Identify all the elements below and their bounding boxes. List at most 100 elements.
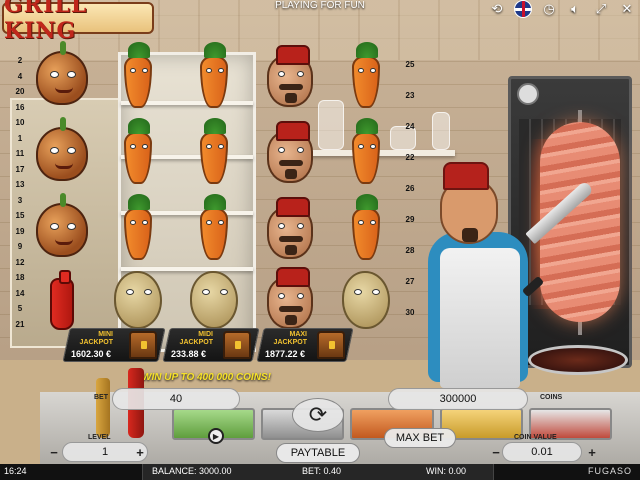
carrot-symbol [334,118,398,186]
carrot-symbol [182,194,246,262]
utensil-jar [432,112,450,150]
payline-number[interactable]: 22 [402,153,418,184]
reel-column [252,40,328,340]
carrot-face [200,194,228,260]
potato-symbol [182,268,246,332]
payline-number[interactable]: 23 [402,91,418,122]
chef-beard [462,228,478,242]
provider-logo: FUGASO [587,466,632,476]
onion-symbol [30,117,94,186]
coin-value-plus-button[interactable]: + [584,444,600,460]
status-bar: 16:24 BALANCE: 3000.00 BET: 0.40 WIN: 0.… [0,464,640,480]
carrot-symbol [182,42,246,110]
onion-face [36,117,88,181]
history-icon[interactable]: ⟲ [488,0,506,18]
win-display: WIN: 0.00 [426,466,467,476]
jackpot-value: 1602.30 € [71,349,112,359]
payline-number[interactable]: 24 [402,122,418,153]
chef-face [267,45,313,107]
carrot-face [124,194,152,260]
timer-icon[interactable]: ◷ [540,0,558,18]
chef-symbol [258,45,322,110]
potato-face [342,271,390,329]
coins-field[interactable]: 300000 [388,388,528,410]
carrot-face [352,118,380,184]
ketchup-bottle-face [50,270,74,330]
language-flag-icon[interactable] [514,0,532,18]
carrot-symbol [334,194,398,262]
carrot-symbol [182,118,246,186]
paytable-button[interactable]: PAYTABLE [276,443,360,463]
treasure-chest-icon [223,331,251,359]
potato-face [190,271,238,329]
level-minus-button[interactable]: − [46,444,62,460]
mode-label: PLAYING FOR FUN [275,0,365,11]
chef-symbol [258,121,322,186]
balance-display: BALANCE: 3000.00 [152,466,232,476]
payline-number[interactable]: 30 [402,308,418,339]
reel-column [176,40,252,340]
carrot-face [124,42,152,108]
mustard-bottle [96,378,110,438]
meat-dish [528,345,628,375]
carrot-symbol [106,118,170,186]
jackpot-label: MIDI JACKPOT [179,331,213,346]
chef-fez [443,162,489,190]
reel-column [24,40,100,340]
jackpot-label: MAXI JACKPOT [273,331,307,346]
win-banner: WIN UP TO 400 000 COINS! [142,372,271,383]
chef-symbol [258,197,322,262]
oven-gauge [517,83,539,105]
potato-symbol [106,268,170,332]
carrot-face [352,42,380,108]
treasure-chest-icon [317,331,345,359]
chef-face [267,197,313,259]
carrot-symbol [106,42,170,110]
carrot-face [352,194,380,260]
payline-numbers-right: 25 23 24 22 26 29 28 27 30 [402,60,418,339]
payline-number[interactable]: 26 [402,184,418,215]
coin-value-label: COIN VALUE [514,434,557,441]
chef-symbol [258,267,322,332]
sound-icon[interactable]: 🔈︎ [566,0,584,18]
bet-field[interactable]: 40 [112,388,240,410]
midi-jackpot: MIDI JACKPOT 233.88 € [162,328,260,362]
chef-apron [440,248,520,388]
bet-label: BET [94,394,108,401]
chef-face [267,121,313,183]
fullscreen-icon[interactable]: ⤢ [592,0,610,18]
payline-number[interactable]: 28 [402,246,418,277]
carrot-symbol [106,194,170,262]
autoplay-button[interactable]: ▶ [208,428,224,444]
coins-label: COINS [540,394,563,401]
level-plus-button[interactable]: + [132,444,148,460]
coin-value-minus-button[interactable]: − [488,444,504,460]
close-icon[interactable]: ✕ [618,0,636,18]
jackpot-label: MINI JACKPOT [79,331,113,346]
payline-number[interactable]: 25 [402,60,418,91]
reel-column [328,40,404,340]
onion-face [36,193,88,257]
onion-symbol [30,193,94,262]
payline-number[interactable]: 29 [402,215,418,246]
carrot-symbol [334,42,398,110]
potato-symbol [334,268,398,332]
level-label: LEVEL [88,434,111,441]
treasure-chest-icon [129,331,157,359]
mini-jackpot: MINI JACKPOT 1602.30 € [62,328,166,362]
spin-button[interactable]: ⟳ [292,398,344,432]
clock: 16:24 [4,466,27,476]
coin-value-field[interactable]: 0.01 [502,442,582,462]
carrot-face [124,118,152,184]
reel-column [100,40,176,340]
game-logo: GRILL KING [2,0,154,44]
onion-face [36,41,88,105]
potato-face [114,271,162,329]
payline-number[interactable]: 27 [402,277,418,308]
ketchup-symbol [30,268,94,332]
jackpot-value: 1877.22 € [265,349,306,359]
maxi-jackpot: MAXI JACKPOT 1877.22 € [256,328,354,362]
max-bet-button[interactable]: MAX BET [384,428,456,448]
bet-display: BET: 0.40 [302,466,342,476]
carrot-face [200,42,228,108]
